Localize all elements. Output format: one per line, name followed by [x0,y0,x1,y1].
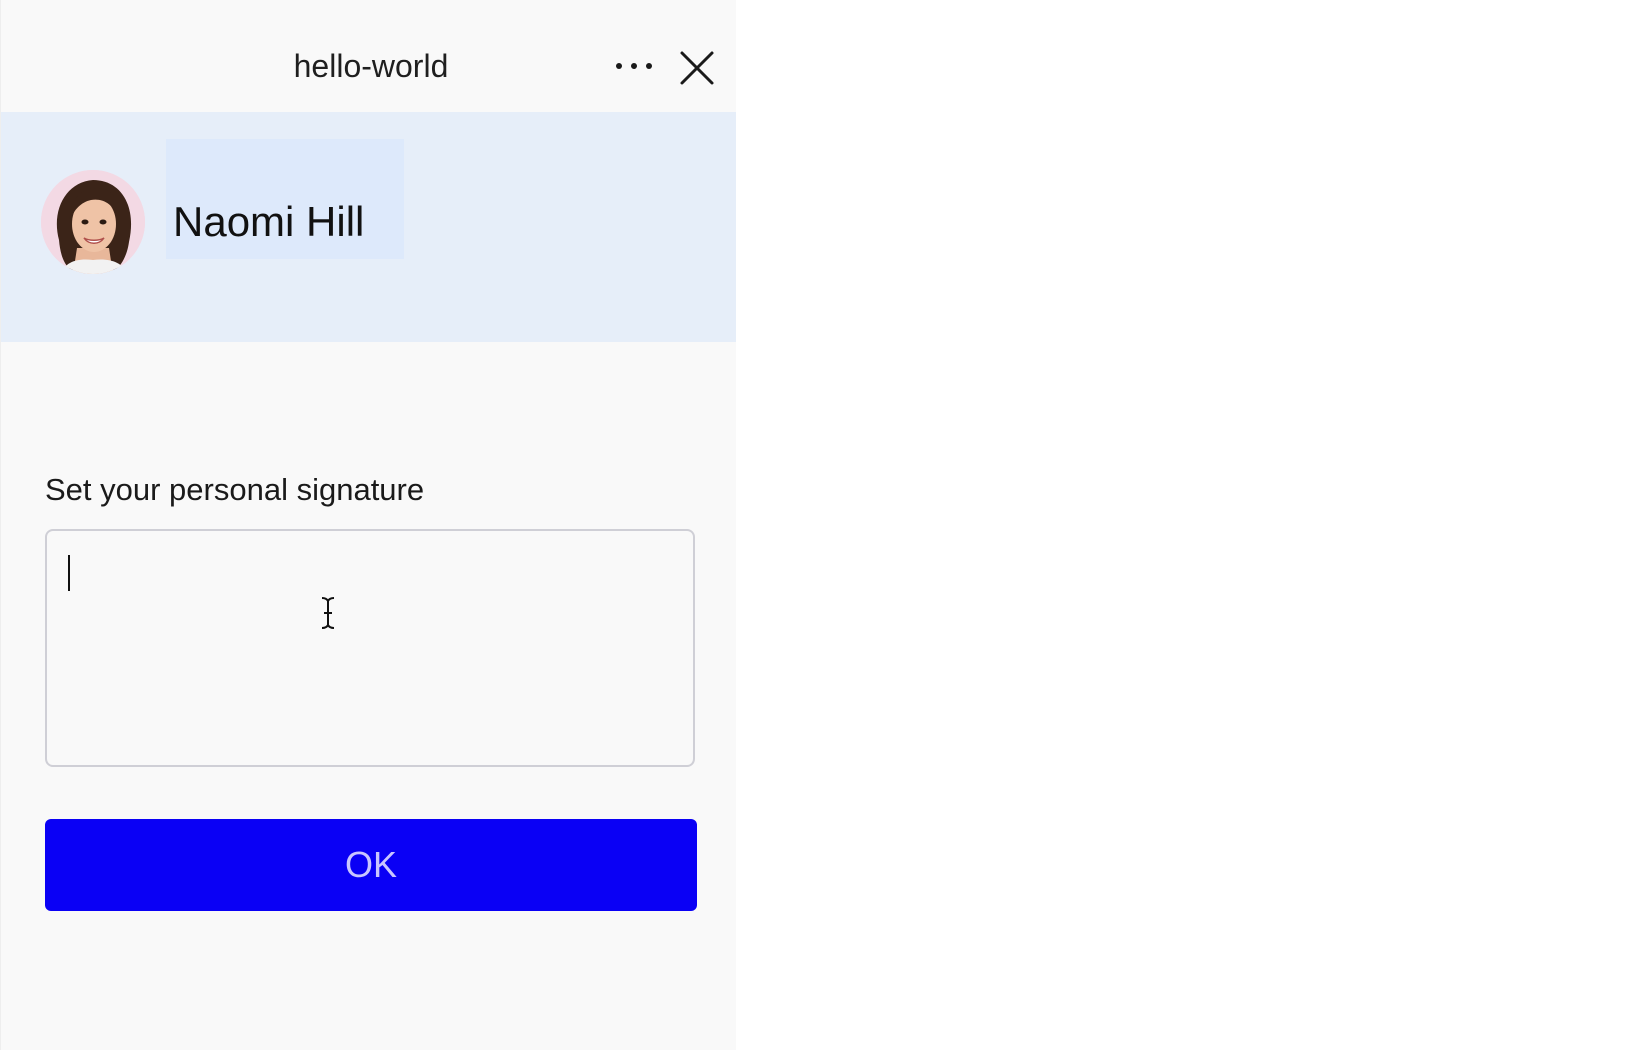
more-horizontal-icon [616,63,652,69]
ok-button[interactable]: OK [45,819,697,911]
profile-name: Naomi Hill [173,198,365,245]
text-cursor-icon [321,597,335,629]
more-options-button[interactable] [609,46,659,86]
signature-label: Set your personal signature [45,472,425,507]
mini-app-window: hello-world Naomi Hill Set your personal… [0,0,736,1050]
profile-banner: Naomi Hill [1,112,736,342]
close-button[interactable] [673,44,721,92]
title-bar: hello-world [1,0,736,112]
avatar[interactable] [41,170,145,274]
signature-input[interactable] [47,531,693,765]
signature-field[interactable] [45,529,695,767]
avatar-photo [41,170,145,274]
close-icon [680,51,714,85]
text-caret [68,555,70,591]
